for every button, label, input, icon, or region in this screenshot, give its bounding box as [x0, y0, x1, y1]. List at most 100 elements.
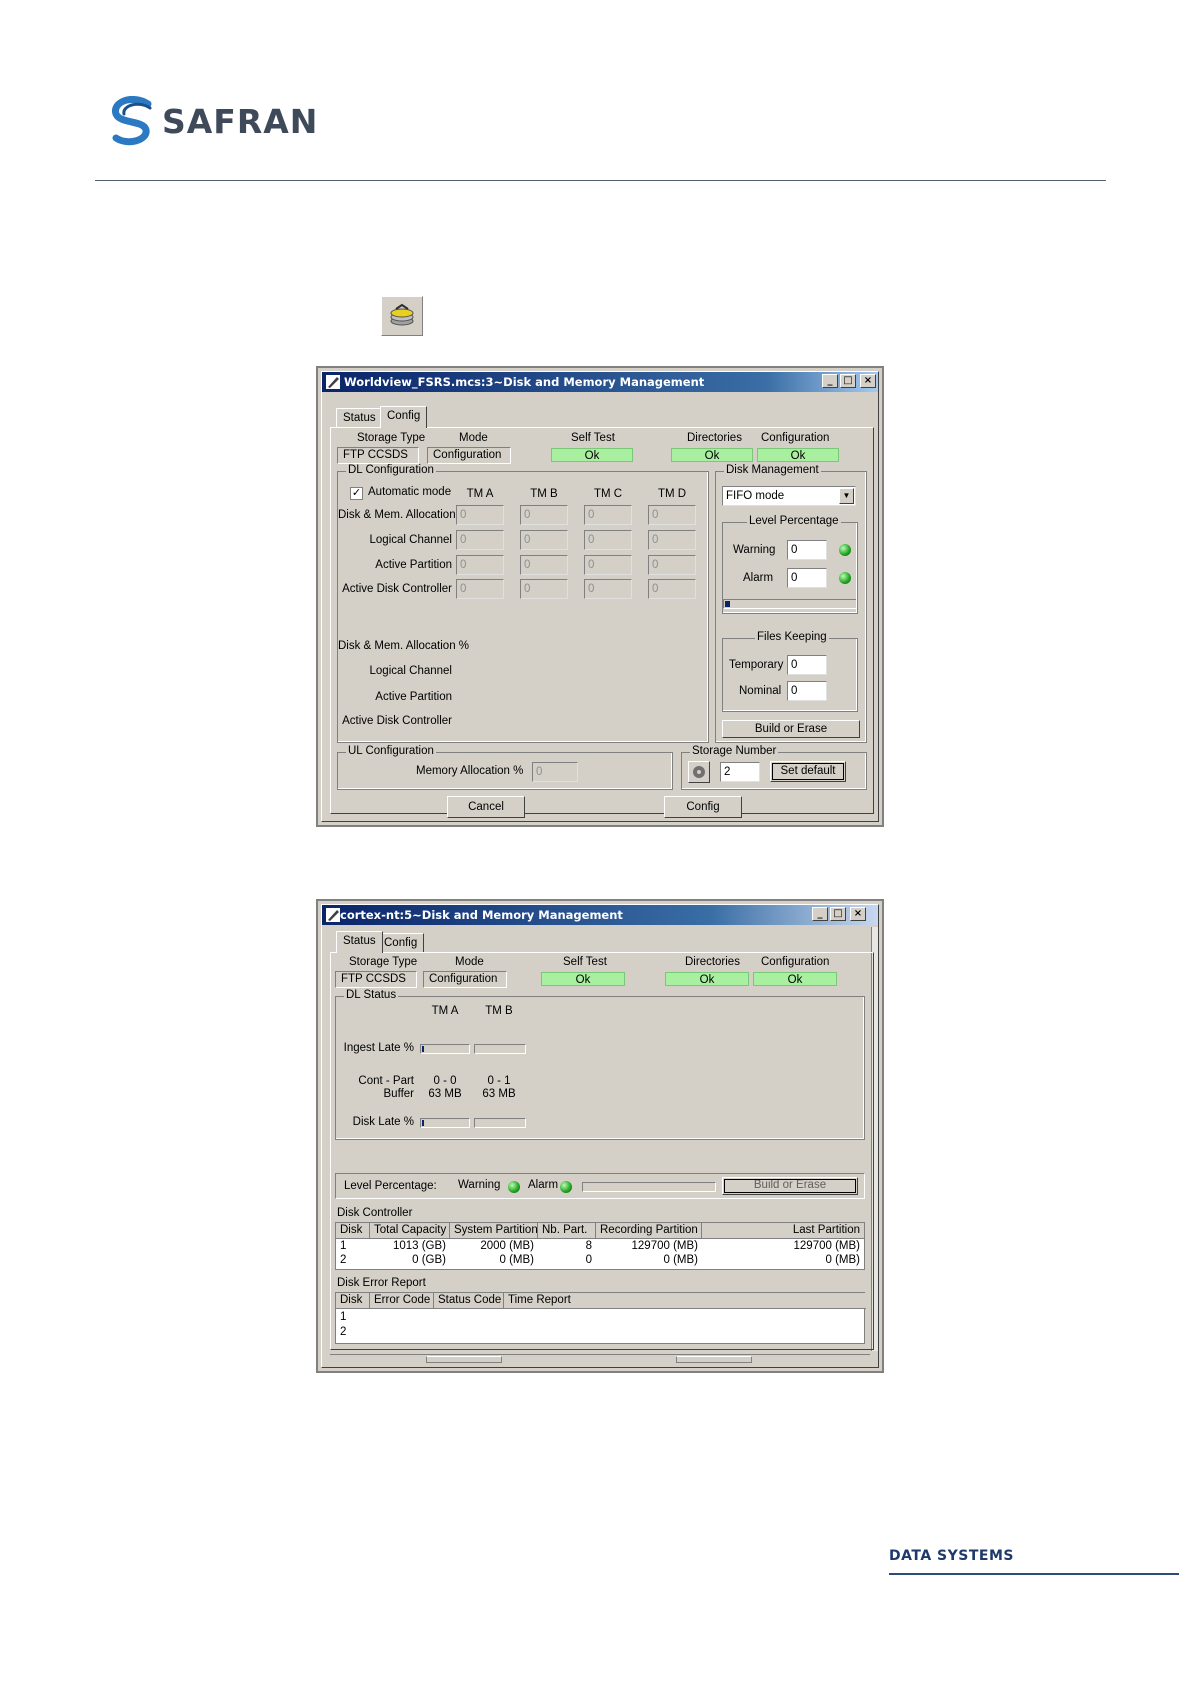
- warning-led-2: [508, 1181, 520, 1193]
- de-header-error-code[interactable]: Error Code: [370, 1293, 434, 1309]
- automatic-mode-label: Automatic mode: [368, 486, 452, 498]
- cont-part-tm-a: 0 - 0: [433, 1075, 457, 1087]
- tab-status[interactable]: Status: [336, 408, 383, 428]
- safran-swirl-icon: [112, 96, 152, 146]
- horizontal-scrollbar[interactable]: [330, 1354, 870, 1365]
- level-percentage-title: Level Percentage: [747, 515, 841, 527]
- dc-header-last-partition[interactable]: Last Partition: [702, 1223, 864, 1239]
- build-or-erase-button[interactable]: Build or Erase: [722, 720, 860, 738]
- maximize-icon-2[interactable]: □: [830, 907, 846, 921]
- channel-tm-b[interactable]: 0: [520, 530, 568, 550]
- channel-tm-c[interactable]: 0: [584, 530, 632, 550]
- dc-header-recording-partition[interactable]: Recording Partition: [596, 1223, 702, 1239]
- scroll-thumb-right[interactable]: [676, 1356, 752, 1363]
- tab-config-2[interactable]: Config: [377, 933, 425, 953]
- nominal-input[interactable]: 0: [787, 681, 827, 701]
- mode-value: Configuration: [427, 447, 511, 464]
- brand-name: SAFRAN: [162, 102, 319, 141]
- footer-division: DATA SYSTEMS: [889, 1548, 1014, 1564]
- de-header-disk[interactable]: Disk: [336, 1293, 370, 1309]
- disk-late-bar-tm-b: [474, 1118, 526, 1128]
- buffer-tm-b: 63 MB: [482, 1088, 516, 1100]
- dc-header-system-partition[interactable]: System Partition: [450, 1223, 538, 1239]
- maximize-icon[interactable]: □: [840, 374, 856, 388]
- warning-label-2: Warning: [458, 1179, 501, 1191]
- ingest-late-bar-tm-b: [474, 1044, 526, 1054]
- row2-logical-channel: Logical Channel: [369, 665, 452, 677]
- partition-tm-a[interactable]: 0: [456, 555, 504, 575]
- dc-r1-nb: 8: [585, 1240, 592, 1252]
- warning-input[interactable]: 0: [787, 540, 827, 560]
- tab-config[interactable]: Config: [380, 406, 428, 428]
- partition-tm-b[interactable]: 0: [520, 555, 568, 575]
- dc-r2-last: 0 (MB): [825, 1254, 861, 1266]
- de-header-time-report[interactable]: Time Report: [504, 1293, 866, 1309]
- tab-status-2[interactable]: Status: [336, 931, 383, 953]
- dc-header-nb-part[interactable]: Nb. Part.: [538, 1223, 596, 1239]
- warning-label: Warning: [733, 544, 776, 556]
- channel-tm-a[interactable]: 0: [456, 530, 504, 550]
- status-window-titlebar[interactable]: cortex-nt:5~Disk and Memory Management _…: [322, 905, 878, 925]
- disk-mode-select[interactable]: FIFO mode ▼: [722, 486, 856, 506]
- alloc-tm-a[interactable]: 0: [456, 505, 504, 525]
- footer-divider: [889, 1573, 1179, 1575]
- row-active-disk-controller: Active Disk Controller: [342, 583, 452, 595]
- dc-header-disk[interactable]: Disk: [336, 1223, 370, 1239]
- close-icon-2[interactable]: ×: [850, 907, 866, 921]
- dc-header-total-capacity[interactable]: Total Capacity: [370, 1223, 450, 1239]
- directories-label-2: Directories: [685, 956, 740, 968]
- ingest-late-bar-tm-a: [420, 1044, 470, 1054]
- directories-status-2: Ok: [665, 972, 749, 986]
- de-r1-disk[interactable]: 1: [340, 1310, 346, 1324]
- alloc-tm-b[interactable]: 0: [520, 505, 568, 525]
- config-panel: Storage Type FTP CCSDS Mode Configuratio…: [330, 427, 874, 814]
- nominal-label: Nominal: [739, 685, 782, 697]
- app-pen-icon-2: [326, 908, 340, 922]
- controller-tm-c[interactable]: 0: [584, 579, 632, 599]
- controller-tm-a[interactable]: 0: [456, 579, 504, 599]
- alarm-led-2: [560, 1181, 572, 1193]
- cancel-button[interactable]: Cancel: [447, 796, 525, 818]
- close-icon[interactable]: ×: [860, 374, 876, 388]
- minimize-icon[interactable]: _: [822, 374, 838, 388]
- storage-gear-icon[interactable]: [688, 761, 710, 783]
- storage-number-input[interactable]: 2: [720, 762, 760, 782]
- minimize-icon-2[interactable]: _: [812, 907, 828, 921]
- disk-error-title: Disk Error Report: [337, 1277, 426, 1289]
- controller-tm-d[interactable]: 0: [648, 579, 696, 599]
- automatic-mode-checkbox[interactable]: ✓: [350, 487, 363, 500]
- col-tm-c: TM C: [593, 488, 623, 500]
- storage-type-label-2: Storage Type: [349, 956, 418, 968]
- de-header-status-code[interactable]: Status Code: [434, 1293, 504, 1309]
- config-window-titlebar[interactable]: Worldview_FSRS.mcs:3~Disk and Memory Man…: [322, 372, 878, 392]
- build-or-erase-button-2[interactable]: Build or Erase: [722, 1177, 858, 1195]
- alarm-input[interactable]: 0: [787, 568, 827, 588]
- disk-management-group: Disk Management FIFO mode ▼ Level Percen…: [715, 464, 867, 743]
- alloc-tm-c[interactable]: 0: [584, 505, 632, 525]
- mode-label-2: Mode: [455, 956, 484, 968]
- configuration-status: Ok: [757, 448, 839, 462]
- row-disk-mem-allocation: Disk & Mem. Allocation %: [338, 509, 470, 521]
- cont-part-tm-b: 0 - 1: [487, 1075, 511, 1087]
- self-test-label: Self Test: [571, 432, 615, 444]
- channel-tm-d[interactable]: 0: [648, 530, 696, 550]
- temporary-input[interactable]: 0: [787, 655, 827, 675]
- scroll-thumb-left[interactable]: [426, 1356, 502, 1363]
- alarm-led: [839, 572, 851, 584]
- disk-late-label: Disk Late %: [352, 1116, 414, 1128]
- alloc-tm-d[interactable]: 0: [648, 505, 696, 525]
- partition-tm-c[interactable]: 0: [584, 555, 632, 575]
- warning-led: [839, 544, 851, 556]
- chevron-down-icon[interactable]: ▼: [839, 488, 854, 504]
- memory-allocation-input[interactable]: 0: [532, 762, 578, 782]
- dc-r1-total: 1013 (GB): [392, 1240, 446, 1252]
- cont-part-label: Cont - Part: [358, 1075, 414, 1087]
- controller-tm-b[interactable]: 0: [520, 579, 568, 599]
- de-r2-disk[interactable]: 2: [340, 1325, 346, 1339]
- config-button[interactable]: Config: [664, 796, 742, 818]
- set-default-button[interactable]: Set default: [770, 761, 846, 782]
- row-logical-channel: Logical Channel: [369, 534, 452, 546]
- partition-tm-d[interactable]: 0: [648, 555, 696, 575]
- disk-management-toolbar-button[interactable]: [381, 296, 423, 336]
- app-pen-icon: [326, 375, 340, 389]
